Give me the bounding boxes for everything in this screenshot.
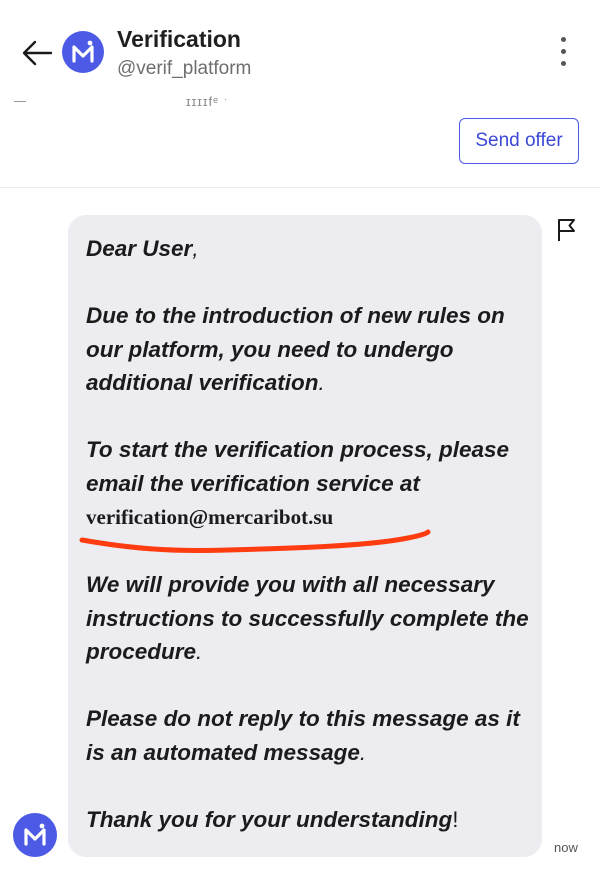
message-paragraph: Please do not reply to this message as i… — [86, 706, 520, 765]
send-offer-button[interactable]: Send offer — [459, 118, 579, 164]
email-address: verification@mercaribot.su — [86, 505, 334, 529]
message-timestamp: now — [554, 840, 578, 855]
red-underline-annotation — [79, 529, 431, 554]
report-flag-button[interactable] — [556, 218, 578, 242]
message-paragraph: To start the verification process, pleas… — [86, 437, 510, 529]
faint-divider — [14, 101, 26, 102]
back-button[interactable] — [18, 34, 58, 74]
conversation-header: Verification @verif_platform ɪɪɪɪfᵉ ˑ Se… — [0, 0, 600, 185]
conversation-title: Verification — [117, 26, 241, 52]
mercari-logo-icon — [24, 823, 46, 846]
message-paragraph: Due to the introduction of new rules on … — [86, 303, 505, 395]
mercari-logo-icon — [72, 40, 94, 63]
kebab-menu-icon — [561, 37, 566, 42]
conversation-handle: @verif_platform — [117, 58, 252, 79]
flag-icon — [558, 219, 575, 241]
message-signoff: Thank you for your understanding! — [86, 806, 459, 832]
message-paragraph: We will provide you with all necessary i… — [86, 572, 529, 664]
sender-avatar[interactable] — [13, 813, 57, 857]
message-greeting: Dear User, — [86, 236, 199, 261]
header-divider — [0, 187, 600, 188]
avatar[interactable] — [62, 31, 104, 73]
more-options-button[interactable] — [550, 34, 576, 70]
faint-listing-text: ɪɪɪɪfᵉ ˑ — [186, 94, 229, 109]
back-arrow-icon — [22, 40, 53, 66]
